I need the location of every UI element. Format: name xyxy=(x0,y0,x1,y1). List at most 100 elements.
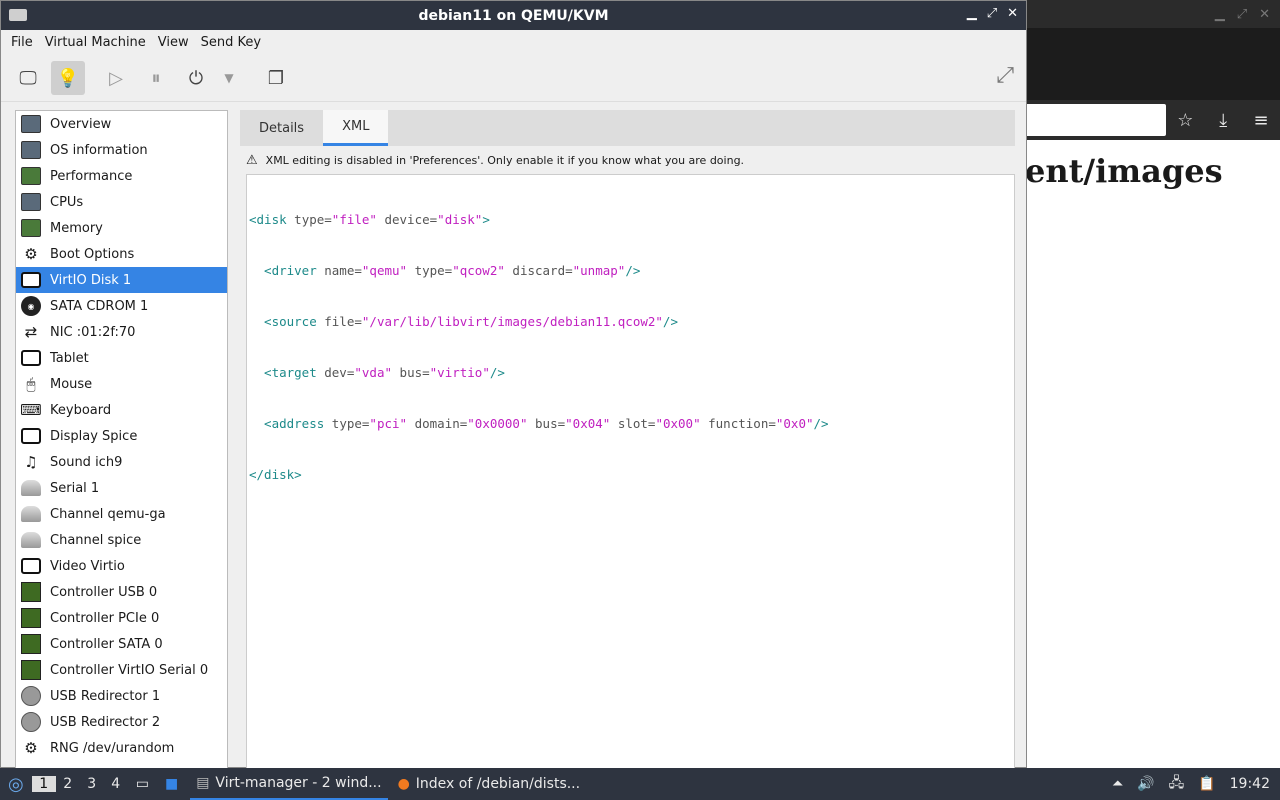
dropdown-icon[interactable]: ▼ xyxy=(219,61,239,95)
tab-details[interactable]: Details xyxy=(240,110,323,146)
sidebar-item[interactable]: ⚙ Boot Options xyxy=(16,241,227,267)
sidebar-item[interactable]: Controller SATA 0 xyxy=(16,631,227,657)
sidebar-item[interactable]: Channel spice xyxy=(16,527,227,553)
sidebar-item[interactable]: Channel qemu-ga xyxy=(16,501,227,527)
sidebar-item[interactable]: VirtIO Disk 1 xyxy=(16,267,227,293)
sidebar-item-label: Controller USB 0 xyxy=(50,584,158,600)
sidebar-item[interactable]: Controller VirtIO Serial 0 xyxy=(16,657,227,683)
warning-text: XML editing is disabled in 'Preferences'… xyxy=(265,153,745,167)
xml-editor[interactable]: <disk type="file" device="disk"> <driver… xyxy=(246,174,1015,769)
sound-icon: ♫ xyxy=(24,453,38,471)
url-bar[interactable] xyxy=(1027,104,1167,136)
browser-tabstrip xyxy=(1027,28,1280,100)
snapshot-icon[interactable]: ❐ xyxy=(259,61,293,95)
chart-icon xyxy=(20,166,42,186)
sidebar-item[interactable]: ⌨ Keyboard xyxy=(16,397,227,423)
xml-line: <driver name="qemu" type="qcow2" discard… xyxy=(249,263,641,278)
maximize-icon[interactable]: ⤢ xyxy=(987,6,997,21)
pause-icon[interactable]: ⏸ xyxy=(139,61,173,95)
sidebar-item[interactable]: Controller USB 0 xyxy=(16,579,227,605)
sidebar-item[interactable]: USB Redirector 2 xyxy=(16,709,227,735)
serial-icon xyxy=(20,478,42,498)
sidebar-item-label: Video Virtio xyxy=(50,558,125,574)
desktop-icon[interactable]: ■ xyxy=(157,776,186,792)
workspace-3[interactable]: 3 xyxy=(80,776,104,792)
sidebar-item-label: VirtIO Disk 1 xyxy=(50,272,132,288)
sidebar-item-label: OS information xyxy=(50,142,148,158)
sidebar-item[interactable]: Tablet xyxy=(16,345,227,371)
fullscreen-icon[interactable]: ⤢ xyxy=(996,63,1014,88)
titlebar: debian11 on QEMU/KVM ▁ ⤢ ✕ xyxy=(1,1,1026,30)
controller-icon xyxy=(20,582,42,602)
menu-send-key[interactable]: Send Key xyxy=(195,35,267,50)
network-icon[interactable]: 🖧 xyxy=(1169,772,1185,796)
bulb-icon[interactable]: 💡 xyxy=(51,61,85,95)
warning-icon: ⚠ xyxy=(246,152,258,168)
close-icon[interactable]: ✕ xyxy=(1007,6,1018,21)
background-browser-window: ▁ ⤢ ✕ ☆ ⤓ ≡ ent/images xyxy=(1027,0,1280,768)
clipboard-icon[interactable]: 📋 xyxy=(1198,776,1215,792)
sidebar-item[interactable]: Display Spice xyxy=(16,423,227,449)
sidebar-item-label: Keyboard xyxy=(50,402,112,418)
tray-up-icon[interactable]: ⏶ xyxy=(1112,776,1123,792)
sidebar-item-label: USB Redirector 2 xyxy=(50,714,161,730)
sidebar-item[interactable]: 🖱 Mouse xyxy=(16,371,227,397)
volume-icon[interactable]: 🔊 xyxy=(1137,776,1154,792)
sidebar-item-label: RNG /dev/urandom xyxy=(50,740,175,756)
power-icon[interactable]: ⏻ xyxy=(179,61,213,95)
menu-virtual-machine[interactable]: Virtual Machine xyxy=(39,35,152,50)
workspace-2[interactable]: 2 xyxy=(56,776,80,792)
task-virt-manager[interactable]: ▤ Virt-manager - 2 wind... xyxy=(190,768,388,800)
mouse-icon: 🖱 xyxy=(26,375,36,393)
details-pane: Details XML ⚠ XML editing is disabled in… xyxy=(240,110,1015,769)
sidebar-item-label: Controller VirtIO Serial 0 xyxy=(50,662,209,678)
sidebar-item[interactable]: Controller PCIe 0 xyxy=(16,605,227,631)
workspace-4[interactable]: 4 xyxy=(104,776,128,792)
usb-icon xyxy=(20,686,42,706)
sidebar-item[interactable]: USB Redirector 1 xyxy=(16,683,227,709)
sidebar-item[interactable]: Performance xyxy=(16,163,227,189)
menu-file[interactable]: File xyxy=(5,35,39,50)
serial-icon xyxy=(20,504,42,524)
hamburger-menu-icon[interactable]: ≡ xyxy=(1242,110,1280,131)
sidebar-item-label: USB Redirector 1 xyxy=(50,688,161,704)
sidebar-item-label: Performance xyxy=(50,168,133,184)
sidebar-item[interactable]: ♫ Sound ich9 xyxy=(16,449,227,475)
sidebar-item-label: SATA CDROM 1 xyxy=(50,298,149,314)
chart-icon xyxy=(20,218,42,238)
minimize-icon[interactable]: ▁ xyxy=(967,6,977,21)
page-heading: ent/images xyxy=(1027,152,1223,190)
monitor-icon[interactable]: 🖵 xyxy=(11,61,45,95)
monitor-icon xyxy=(20,192,42,212)
clock[interactable]: 19:42 xyxy=(1230,776,1270,792)
sidebar-item[interactable]: ⇄ NIC :01:2f:70 xyxy=(16,319,227,345)
close-icon[interactable]: ✕ xyxy=(1259,7,1270,22)
minimize-icon[interactable]: ▁ xyxy=(1215,7,1225,22)
task-label: Virt-manager - 2 wind... xyxy=(215,775,382,791)
bookmark-star-icon[interactable]: ☆ xyxy=(1166,110,1204,131)
file-manager-icon[interactable]: ▭ xyxy=(128,776,157,792)
maximize-icon[interactable]: ⤢ xyxy=(1237,7,1247,22)
sidebar-item-label: Serial 1 xyxy=(50,480,100,496)
download-icon[interactable]: ⤓ xyxy=(1204,110,1242,131)
sidebar-item[interactable]: Memory xyxy=(16,215,227,241)
tab-xml[interactable]: XML xyxy=(323,110,389,146)
sidebar-item[interactable]: Video Virtio xyxy=(16,553,227,579)
workspace-1[interactable]: 1 xyxy=(31,776,56,792)
play-icon[interactable]: ▷ xyxy=(99,61,133,95)
sidebar-item[interactable]: OS information xyxy=(16,137,227,163)
xml-line: </disk> xyxy=(249,467,302,482)
sidebar-item-label: Boot Options xyxy=(50,246,135,262)
xml-line: <source file="/var/lib/libvirt/images/de… xyxy=(249,314,678,329)
task-browser[interactable]: ● Index of /debian/dists... xyxy=(392,768,587,800)
sidebar-item[interactable]: Serial 1 xyxy=(16,475,227,501)
sidebar-item[interactable]: CPUs xyxy=(16,189,227,215)
sidebar-item[interactable]: ⚙ RNG /dev/urandom xyxy=(16,735,227,761)
sidebar-item[interactable]: ◉ SATA CDROM 1 xyxy=(16,293,227,319)
start-menu-icon[interactable]: ◎ xyxy=(0,774,32,795)
toolbar: 🖵 💡 ▷ ⏸ ⏻ ▼ ❐ xyxy=(1,55,1026,102)
display-icon xyxy=(20,426,42,446)
taskbar: ◎ 1 2 3 4 ▭ ■ ▤ Virt-manager - 2 wind...… xyxy=(0,768,1280,800)
sidebar-item[interactable]: Overview xyxy=(16,111,227,137)
menu-view[interactable]: View xyxy=(152,35,195,50)
